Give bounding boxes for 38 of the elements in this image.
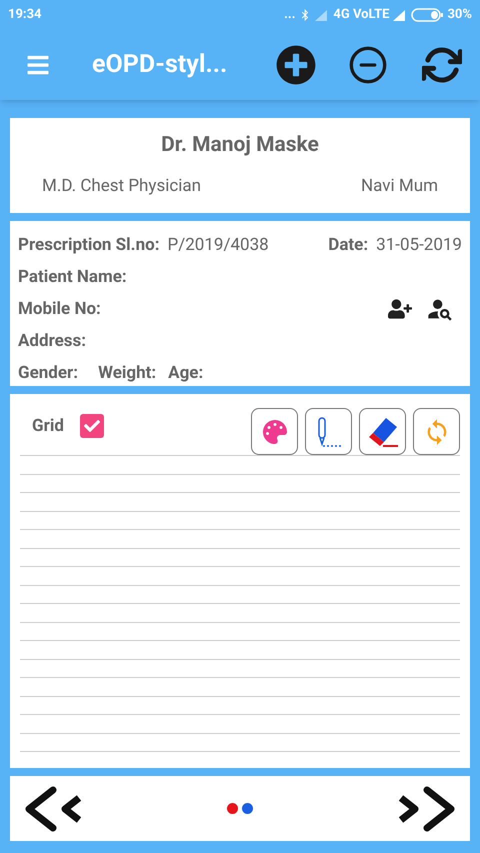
- double-chevron-left-icon: [23, 786, 81, 832]
- signal-icon: [393, 10, 408, 20]
- check-icon: [84, 418, 100, 434]
- field-label: Age:: [168, 362, 204, 385]
- remove-button[interactable]: [348, 45, 388, 85]
- minus-icon: [348, 45, 388, 85]
- field-label: Prescription Sl.no:: [18, 234, 160, 257]
- field-label: Weight:: [98, 362, 156, 385]
- add-button[interactable]: [276, 45, 316, 85]
- field-label: Patient Name:: [18, 266, 128, 289]
- network-label: 4G VoLTE: [333, 6, 390, 24]
- doctor-location: Navi Mum: [361, 174, 438, 198]
- signal-icon: [315, 10, 330, 20]
- refresh-icon: [422, 45, 462, 85]
- battery-icon: [411, 8, 444, 22]
- color-palette-button[interactable]: [251, 408, 298, 455]
- reset-button[interactable]: [413, 408, 460, 455]
- field-label: Mobile No:: [18, 298, 101, 321]
- field-label: Gender:: [18, 362, 78, 385]
- double-chevron-right-icon: [399, 786, 457, 832]
- app-title: eOPD-styl...: [92, 49, 228, 82]
- plus-icon: [276, 45, 316, 85]
- eraser-button[interactable]: [359, 408, 406, 455]
- grid-label: Grid: [32, 415, 64, 438]
- status-time: 19:34: [8, 6, 42, 24]
- palette-icon: [262, 420, 286, 444]
- doctor-name: Dr. Manoj Maske: [160, 132, 320, 159]
- pen-button[interactable]: [305, 408, 352, 455]
- doctor-qualification: M.D. Chest Physician: [42, 174, 202, 198]
- grid-checkbox[interactable]: [80, 414, 104, 438]
- battery-level: 30%: [447, 6, 472, 24]
- field-label: Address:: [18, 330, 88, 353]
- field-label: Date:: [328, 234, 368, 257]
- notification-dots: ...: [284, 6, 296, 24]
- add-user-icon: [388, 297, 412, 321]
- date-value: 31-05-2019: [376, 234, 462, 257]
- serial-number: P/2019/4038: [168, 234, 269, 257]
- menu-icon: [26, 53, 50, 77]
